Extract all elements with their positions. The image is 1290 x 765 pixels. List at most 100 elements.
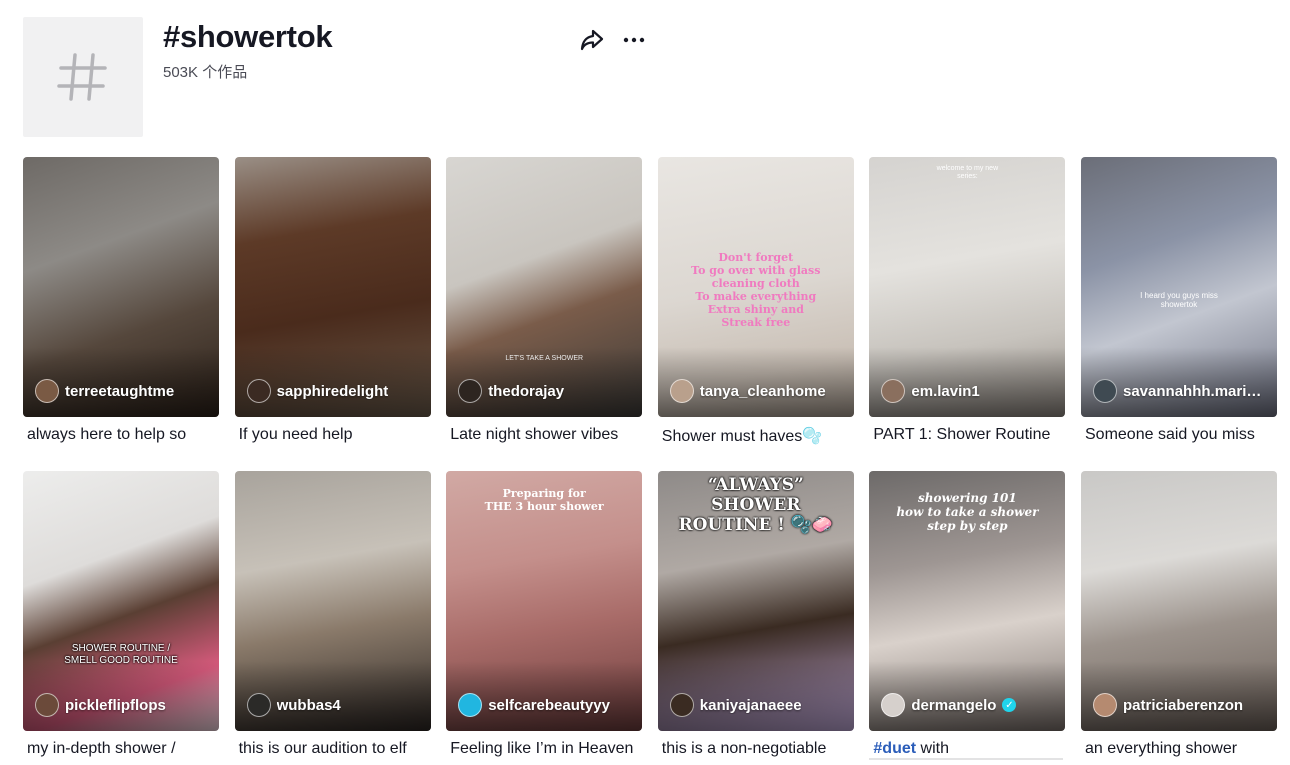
- share-icon: [580, 29, 604, 51]
- author-link[interactable]: pickleflipflops: [35, 693, 211, 717]
- more-icon: [623, 37, 645, 43]
- avatar: [458, 379, 483, 403]
- author-link[interactable]: sapphiredelight: [246, 379, 423, 403]
- video-caption[interactable]: always here to help so: [23, 426, 217, 444]
- video-overlay-text: showering 101 how to take a shower step …: [896, 491, 1039, 533]
- caption-text: with: [916, 740, 949, 757]
- author-link[interactable]: thedorajay: [458, 379, 634, 403]
- video-card[interactable]: wubbas4 this is our audition to elf: [234, 471, 431, 758]
- hashtag-avatar: [23, 17, 143, 137]
- avatar: [35, 379, 59, 403]
- video-caption[interactable]: #duet with: [869, 740, 1064, 760]
- video-caption[interactable]: Late night shower vibes: [446, 426, 640, 444]
- video-thumbnail[interactable]: Preparing for THE 3 hour shower selfcareb…: [446, 471, 643, 731]
- video-overlay-text: Don't forget To go over with glass clean…: [691, 251, 821, 329]
- video-thumbnail[interactable]: patriciaberenzon: [1081, 471, 1277, 731]
- author-name: thedorajay: [488, 382, 565, 400]
- author-name: sapphiredelight: [276, 382, 389, 400]
- video-thumbnail[interactable]: SHOWER ROUTINE / SMELL GOOD ROUTINEpickl…: [23, 471, 219, 731]
- author-name: terreetaughtme: [65, 382, 175, 400]
- video-card[interactable]: SHOWER ROUTINE / SMELL GOOD ROUTINEpickl…: [23, 471, 219, 758]
- video-thumbnail[interactable]: welcome to my new series: em.lavin1: [869, 157, 1066, 417]
- caption-text: my in-depth shower /: [27, 740, 176, 757]
- avatar: [881, 693, 906, 717]
- more-options-button[interactable]: [621, 27, 647, 53]
- avatar: [1093, 379, 1117, 403]
- avatar: [458, 693, 483, 717]
- author-name: wubbas4: [276, 696, 341, 714]
- avatar: [246, 693, 271, 717]
- video-card[interactable]: I heard you guys miss showertok savannahh…: [1081, 157, 1277, 444]
- caption-text: Feeling like I’m in Heaven: [450, 740, 634, 757]
- avatar: [1093, 693, 1117, 717]
- hashtag-header: #showertok 503K 个作品: [23, 17, 673, 137]
- avatar: [669, 693, 694, 717]
- caption-text: Shower must haves🫧: [661, 428, 823, 445]
- author-name: tanya_cleanhome: [699, 382, 826, 400]
- author-link[interactable]: patriciaberenzon: [1093, 693, 1269, 717]
- caption-text: this is our audition to elf: [238, 740, 407, 757]
- video-thumbnail[interactable]: terreetaughtme: [23, 157, 219, 417]
- video-overlay-text: “ALWAYS” SHOWER ROUTINE ! 🫧🧼: [678, 475, 834, 535]
- author-name: selfcarebeautyyy: [488, 696, 610, 714]
- video-card[interactable]: showering 101 how to take a shower step …: [869, 471, 1066, 760]
- author-link[interactable]: em.lavin1: [881, 379, 1057, 403]
- video-count: 503K 个作品: [163, 64, 248, 81]
- author-link[interactable]: kaniyajanaeee: [669, 693, 846, 717]
- author-link[interactable]: wubbas4: [246, 693, 423, 717]
- author-name: dermangelo: [911, 696, 997, 714]
- author-link[interactable]: savannahhh.mari…: [1093, 379, 1269, 403]
- video-overlay-text: I heard you guys miss showertok: [1140, 291, 1218, 309]
- video-thumbnail[interactable]: showering 101 how to take a shower step …: [869, 471, 1066, 731]
- author-name: em.lavin1: [911, 382, 980, 400]
- video-caption[interactable]: my in-depth shower /: [23, 740, 217, 758]
- video-caption[interactable]: Feeling like I’m in Heaven: [446, 740, 640, 758]
- video-card[interactable]: LET'S TAKE A SHOWERthedorajay Late night …: [446, 157, 643, 444]
- video-thumbnail[interactable]: wubbas4: [234, 471, 431, 731]
- author-name: pickleflipflops: [65, 696, 166, 714]
- video-thumbnail[interactable]: “ALWAYS” SHOWER ROUTINE ! 🫧🧼 kaniyajanaee…: [657, 471, 854, 731]
- author-link[interactable]: tanya_cleanhome: [669, 379, 846, 403]
- share-button[interactable]: [579, 27, 605, 53]
- caption-text: an everything shower: [1085, 740, 1238, 757]
- avatar: [881, 379, 906, 403]
- author-name: savannahhh.mari…: [1123, 382, 1262, 400]
- caption-text: Late night shower vibes: [450, 426, 619, 443]
- avatar: [246, 379, 271, 403]
- video-card[interactable]: Preparing for THE 3 hour shower selfcareb…: [446, 471, 643, 758]
- caption-text: this is a non-negotiable: [661, 740, 827, 757]
- video-thumbnail[interactable]: Don't forget To go over with glass clean…: [657, 157, 854, 417]
- video-card[interactable]: “ALWAYS” SHOWER ROUTINE ! 🫧🧼 kaniyajanaee…: [657, 471, 854, 758]
- video-thumbnail[interactable]: I heard you guys miss showertok savannahh…: [1081, 157, 1277, 417]
- video-card[interactable]: sapphiredelight If you need help: [234, 157, 431, 444]
- caption-text: PART 1: Shower Routine: [873, 426, 1051, 443]
- caption-hashtag-link[interactable]: #duet: [873, 740, 916, 757]
- video-card[interactable]: terreetaughtme always here to help so: [23, 157, 219, 444]
- caption-text: always here to help so: [27, 426, 187, 443]
- page-title: #showertok: [163, 19, 333, 54]
- author-link[interactable]: terreetaughtme: [35, 379, 211, 403]
- hashtag-icon: [57, 53, 107, 101]
- video-thumbnail[interactable]: sapphiredelight: [234, 157, 431, 417]
- video-thumbnail[interactable]: LET'S TAKE A SHOWERthedorajay: [446, 157, 643, 417]
- video-caption[interactable]: an everything shower: [1081, 740, 1275, 758]
- video-caption[interactable]: Someone said you miss: [1081, 426, 1275, 444]
- avatar: [669, 379, 694, 403]
- author-link[interactable]: dermangelo ✓: [881, 693, 1057, 717]
- video-caption[interactable]: this is a non-negotiable: [658, 740, 852, 758]
- caption-text: Someone said you miss: [1085, 426, 1255, 443]
- caption-text: If you need help: [238, 426, 353, 443]
- avatar: [35, 693, 59, 717]
- video-card[interactable]: Don't forget To go over with glass clean…: [657, 157, 854, 446]
- verified-badge-icon: ✓: [1002, 698, 1017, 712]
- video-caption[interactable]: If you need help: [235, 426, 429, 444]
- video-overlay-text: welcome to my new series:: [936, 165, 999, 180]
- video-caption[interactable]: this is our audition to elf: [235, 740, 429, 758]
- video-card[interactable]: patriciaberenzon an everything shower: [1081, 471, 1277, 758]
- author-name: patriciaberenzon: [1123, 696, 1244, 714]
- video-overlay-text: Preparing for THE 3 hour shower: [484, 487, 604, 513]
- video-caption[interactable]: Shower must haves🫧: [658, 426, 852, 446]
- author-link[interactable]: selfcarebeautyyy: [458, 693, 634, 717]
- video-caption[interactable]: PART 1: Shower Routine: [869, 426, 1063, 444]
- video-card[interactable]: welcome to my new series: em.lavin1 PART 1…: [869, 157, 1066, 444]
